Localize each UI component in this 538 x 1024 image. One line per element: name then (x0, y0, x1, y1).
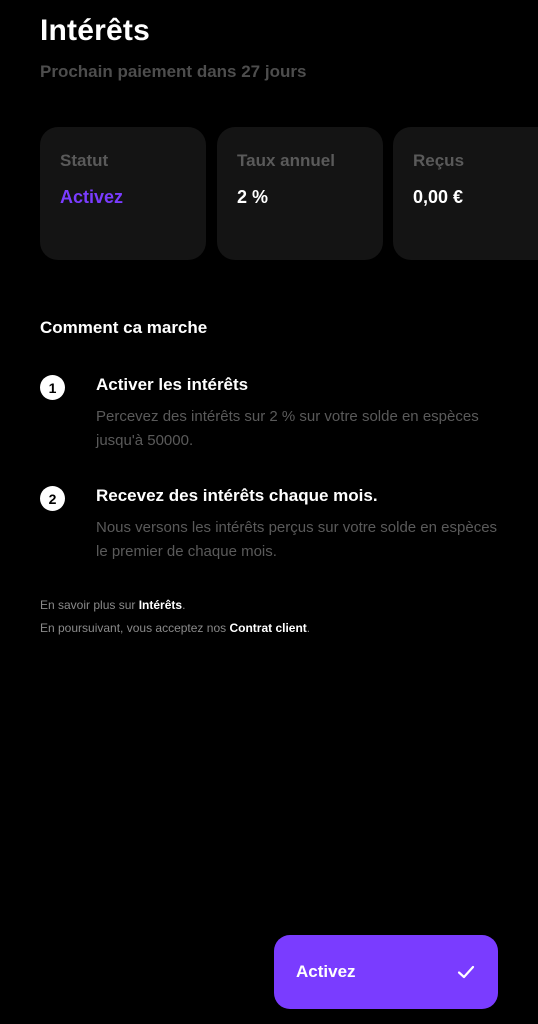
learn-more-suffix: . (182, 598, 186, 612)
learn-more-note: En savoir plus sur Intérêts. (40, 598, 185, 612)
stat-label: Reçus (413, 151, 465, 170)
stat-card-annual-rate: Taux annuel 2 % (217, 127, 383, 260)
interest-screen: Intérêts Prochain paiement dans 27 jours… (0, 0, 538, 1024)
learn-more-prefix: En savoir plus sur (40, 598, 139, 612)
step-description: Nous versons les intérêts perçus sur vot… (96, 519, 498, 560)
stat-card-status: Statut Activez (40, 127, 206, 260)
step-number-badge: 2 (40, 486, 65, 511)
stat-card-received: Reçus 0,00 € (393, 127, 538, 260)
next-payment-subtitle: Prochain paiement dans 27 jours (40, 62, 307, 81)
step-description: Percevez des intérêts sur 2 % sur votre … (96, 408, 479, 449)
learn-more-link[interactable]: Intérêts (139, 598, 182, 612)
activate-button[interactable]: Activez (274, 935, 498, 1009)
step-title: Activer les intérêts (96, 375, 249, 394)
how-it-works-title: Comment ca marche (40, 318, 208, 337)
stat-value-annual-rate: 2 % (237, 187, 269, 207)
stat-value-received: 0,00 € (413, 187, 464, 207)
terms-suffix: . (306, 621, 311, 635)
page-title: Intérêts (40, 14, 150, 47)
stat-value-status: Activez (60, 187, 124, 207)
terms-prefix: En poursuivant, vous acceptez nos (40, 621, 230, 635)
terms-note: En poursuivant, vous acceptez nos Contra… (40, 621, 310, 635)
check-icon (457, 965, 475, 979)
stat-label: Statut (60, 151, 109, 170)
client-contract-link[interactable]: Contrat client (229, 621, 306, 635)
step-2: 2 Recevez des intérêts chaque mois. Nous… (40, 486, 500, 566)
step-title: Recevez des intérêts chaque mois. (96, 486, 378, 505)
step-1: 1 Activer les intérêts Percevez des inté… (40, 375, 500, 455)
step-number-badge: 1 (40, 375, 65, 400)
activate-button-label: Activez (296, 962, 356, 981)
stats-row[interactable]: Statut Activez Taux annuel 2 % Reçus 0,0… (40, 127, 538, 260)
stat-label: Taux annuel (237, 151, 335, 170)
